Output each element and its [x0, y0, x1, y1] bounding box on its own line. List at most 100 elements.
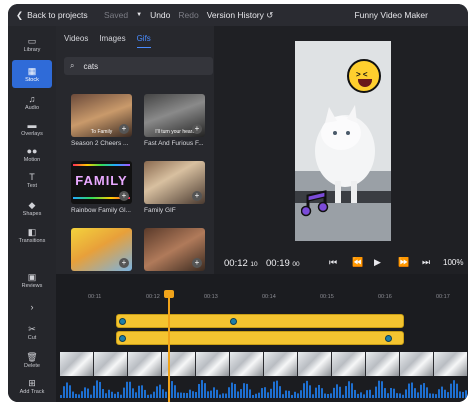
- clip-end-handle[interactable]: [230, 318, 237, 325]
- waveform-bar: [123, 387, 125, 398]
- filmstrip-frame: [128, 352, 162, 376]
- sidebar-item-transitions[interactable]: ◧ Transitions: [12, 223, 52, 247]
- filmstrip-frame: [434, 352, 468, 376]
- video-track-filmstrip[interactable]: [60, 352, 468, 376]
- waveform-bar: [315, 387, 317, 398]
- scissors-icon: ✂: [28, 323, 36, 334]
- add-icon[interactable]: +: [119, 124, 129, 134]
- music-note-sticker[interactable]: [300, 189, 331, 219]
- sidebar-item-audio[interactable]: ♫ Audio: [12, 90, 52, 114]
- waveform-bar: [78, 394, 80, 398]
- waveform-bar: [330, 393, 332, 398]
- filmstrip-frame: [94, 352, 128, 376]
- gif-result[interactable]: To Family +: [71, 94, 132, 137]
- laughing-emoji-sticker[interactable]: > <: [347, 59, 381, 93]
- add-icon[interactable]: +: [192, 191, 202, 201]
- sidebar-item-label: Overlays: [21, 130, 43, 137]
- music-note-icon: ♫: [28, 93, 36, 104]
- waveform-bar: [60, 395, 62, 398]
- waveform-bar: [117, 391, 119, 398]
- waveform-bar: [336, 384, 338, 398]
- skip-to-end-icon[interactable]: ⏭: [422, 257, 430, 268]
- shapes-icon: ◆: [28, 199, 36, 210]
- sidebar-item-text[interactable]: T Text: [12, 168, 52, 192]
- playhead[interactable]: [168, 291, 170, 402]
- waveform-bar: [363, 394, 365, 398]
- chevron-down-icon[interactable]: ▼: [136, 12, 142, 18]
- sidebar-item-stock[interactable]: ▦ Stock: [12, 60, 52, 88]
- sidebar-item-library[interactable]: ▭ Library: [12, 32, 52, 56]
- waveform-bar: [96, 380, 98, 398]
- waveform-bar: [147, 394, 149, 398]
- waveform-bar: [135, 392, 137, 398]
- waveform-bar: [303, 383, 305, 398]
- redo-button[interactable]: Redo: [178, 10, 198, 20]
- waveform-bar: [216, 389, 218, 398]
- add-icon[interactable]: +: [192, 124, 202, 134]
- video-preview[interactable]: > <: [295, 41, 391, 241]
- history-icon: ↺: [266, 9, 274, 20]
- skip-to-start-icon[interactable]: ⏮: [329, 257, 337, 268]
- sidebar-item-label: Shapes: [22, 210, 42, 217]
- sidebar-item-reviews[interactable]: ▣ Reviews: [12, 268, 52, 292]
- gif-caption: FAMILY: [75, 173, 128, 188]
- overlay-track-clip[interactable]: [116, 331, 404, 345]
- waveform-bar: [75, 393, 77, 398]
- clip-start-handle[interactable]: [119, 335, 126, 342]
- gif-result[interactable]: +: [71, 228, 132, 271]
- gif-result-label: Fast And Furious F...: [144, 140, 204, 147]
- play-icon[interactable]: ▶: [374, 257, 381, 268]
- waveform-bar: [252, 394, 254, 398]
- fast-forward-icon[interactable]: ⏩: [398, 257, 409, 268]
- collapse-sidebar-button[interactable]: ›: [12, 298, 52, 316]
- waveform-bar: [111, 391, 113, 398]
- sidebar-item-label: Text: [26, 182, 38, 189]
- top-bar: ❮ Back to projects Saved ▼ Undo Redo Ver…: [8, 4, 468, 26]
- add-icon[interactable]: +: [119, 191, 129, 201]
- waveform-bar: [93, 385, 95, 398]
- waveform-bar: [378, 380, 380, 398]
- gif-result[interactable]: I'll turn your heart +: [144, 94, 205, 137]
- waveform-bar: [396, 393, 398, 398]
- waveform-bar: [102, 389, 104, 398]
- ruler-tick: 00:13: [204, 294, 218, 300]
- add-icon[interactable]: +: [119, 258, 129, 268]
- waveform-bar: [318, 384, 320, 398]
- gif-result[interactable]: +: [144, 228, 205, 271]
- waveform-bar: [120, 394, 122, 398]
- sidebar-item-motion[interactable]: ●● Motion: [12, 142, 52, 166]
- waveform-bar: [384, 388, 386, 398]
- filmstrip-frame: [366, 352, 400, 376]
- waveform-bar: [459, 391, 461, 398]
- rewind-icon[interactable]: ⏪: [352, 257, 363, 268]
- audio-waveform[interactable]: [60, 376, 468, 398]
- back-to-projects-button[interactable]: ❮ Back to projects: [8, 10, 96, 21]
- sidebar-item-overlays[interactable]: ▬ Overlays: [12, 116, 52, 140]
- waveform-bar: [270, 388, 272, 398]
- undo-button[interactable]: Undo: [150, 10, 170, 20]
- tab-images[interactable]: Images: [99, 34, 125, 48]
- clip-end-handle[interactable]: [385, 335, 392, 342]
- add-icon[interactable]: +: [192, 258, 202, 268]
- search-input[interactable]: ⌕ cats: [64, 57, 213, 75]
- sidebar-item-shapes[interactable]: ◆ Shapes: [12, 196, 52, 220]
- cut-button[interactable]: ✂ Cut: [12, 320, 52, 344]
- waveform-bar: [258, 392, 260, 398]
- gif-result-label: Rainbow Family Gl...: [71, 207, 131, 214]
- clip-start-handle[interactable]: [119, 318, 126, 325]
- filmstrip-frame: [400, 352, 434, 376]
- gif-result[interactable]: FAMILY +: [71, 161, 132, 204]
- playhead-handle[interactable]: [164, 290, 174, 298]
- tab-gifs[interactable]: Gifs: [136, 34, 151, 48]
- waveform-bar: [324, 393, 326, 398]
- tab-videos[interactable]: Videos: [64, 34, 88, 48]
- waveform-bar: [243, 383, 245, 398]
- waveform-bar: [276, 380, 278, 398]
- sticker-track-clip[interactable]: [116, 314, 404, 328]
- add-track-button[interactable]: ⊞ Add Track: [12, 374, 52, 398]
- delete-button[interactable]: 🗑 Delete: [12, 348, 52, 372]
- version-history-button[interactable]: Version History ↺: [207, 10, 274, 21]
- waveform-bar: [183, 392, 185, 398]
- gif-result[interactable]: +: [144, 161, 205, 204]
- waveform-bar: [165, 391, 167, 398]
